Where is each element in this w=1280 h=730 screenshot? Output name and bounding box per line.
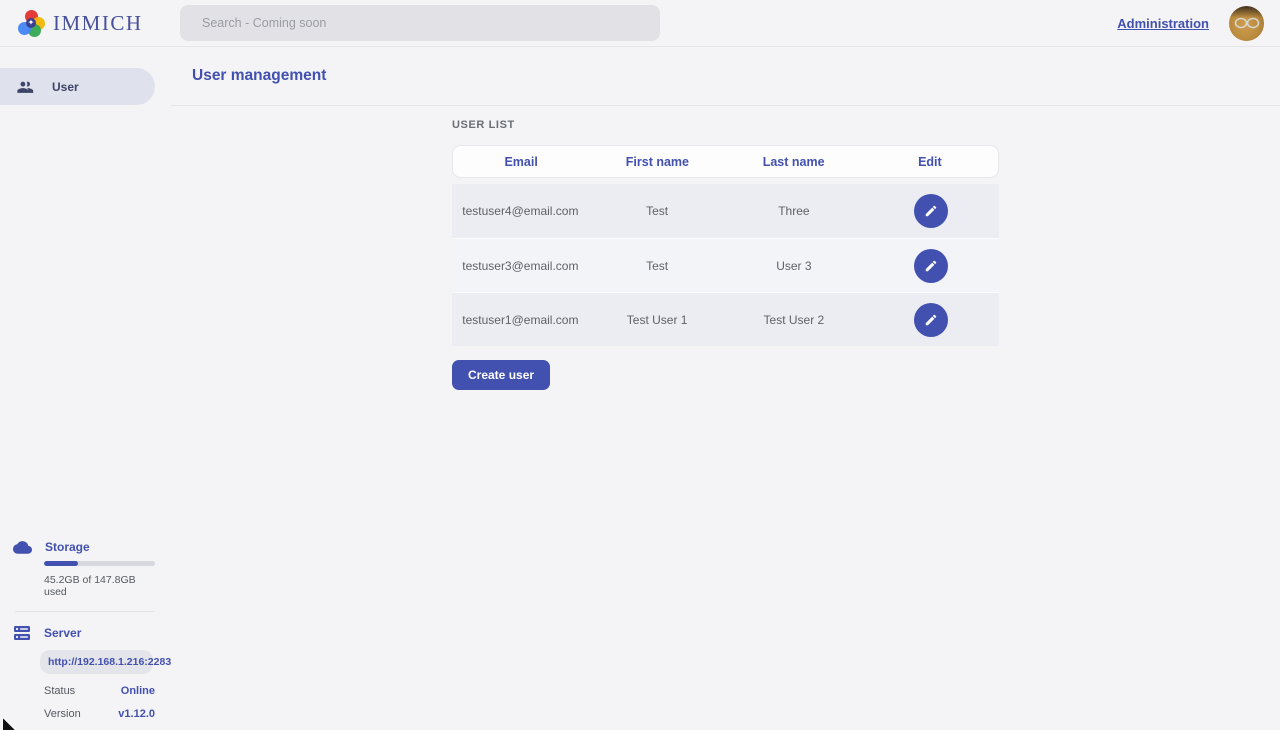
pencil-icon: [924, 259, 938, 273]
cell-email: testuser3@email.com: [452, 259, 589, 273]
users-icon: [15, 79, 34, 94]
table-row: testuser3@email.com Test User 3: [452, 238, 999, 292]
sidebar-item-user-label: User: [52, 80, 79, 94]
page-header: User management: [171, 47, 1280, 106]
storage-progress-bar: [44, 561, 155, 566]
storage-usage-text: 45.2GB of 147.8GB used: [44, 574, 155, 598]
storage-progress-fill: [44, 561, 78, 566]
mouse-cursor: [0, 715, 21, 730]
sidebar-item-user[interactable]: User: [0, 68, 155, 105]
table-header-row: Email First name Last name Edit: [452, 145, 999, 178]
server-title: Server: [44, 626, 81, 640]
cell-last-name: Three: [726, 204, 863, 218]
user-list-label: USER LIST: [452, 119, 1280, 131]
sidebar-status-panel: Storage 45.2GB of 147.8GB used Server: [0, 540, 155, 720]
search-input[interactable]: [180, 5, 660, 41]
server-status-label: Status: [44, 685, 75, 697]
cell-email: testuser4@email.com: [452, 204, 589, 218]
edit-user-button[interactable]: [914, 249, 948, 283]
server-version-label: Version: [44, 708, 81, 720]
cell-email: testuser1@email.com: [452, 313, 589, 327]
column-header-edit: Edit: [862, 155, 998, 169]
user-avatar[interactable]: [1229, 6, 1264, 41]
page-title: User management: [192, 67, 326, 85]
server-status-value: Online: [121, 685, 155, 697]
cloud-icon: [13, 540, 32, 554]
top-bar: ✦ IMMICH Administration: [0, 0, 1280, 47]
user-table: Email First name Last name Edit testuser…: [452, 145, 999, 346]
brand: ✦ IMMICH: [0, 10, 180, 37]
edit-user-button[interactable]: [914, 194, 948, 228]
pencil-icon: [924, 204, 938, 218]
cell-first-name: Test User 1: [589, 313, 726, 327]
cell-last-name: User 3: [726, 259, 863, 273]
server-version-value: v1.12.0: [118, 708, 155, 720]
sidebar-divider: [15, 611, 155, 612]
server-url-badge: http://192.168.1.216:2283: [40, 650, 153, 674]
storage-title: Storage: [45, 540, 90, 554]
edit-user-button[interactable]: [914, 303, 948, 337]
create-user-button[interactable]: Create user: [452, 360, 550, 390]
glasses-icon: [1234, 17, 1260, 29]
column-header-first-name: First name: [589, 155, 725, 169]
table-body: testuser4@email.com Test Three te: [452, 184, 999, 346]
immich-logo-icon: ✦: [18, 10, 45, 37]
column-header-last-name: Last name: [726, 155, 862, 169]
server-icon: [13, 625, 31, 641]
table-row: testuser1@email.com Test User 1 Test Use…: [452, 292, 999, 346]
column-header-email: Email: [453, 155, 589, 169]
administration-link[interactable]: Administration: [1117, 16, 1209, 31]
pencil-icon: [924, 313, 938, 327]
table-row: testuser4@email.com Test Three: [452, 184, 999, 238]
cell-first-name: Test: [589, 259, 726, 273]
sidebar: User Storage 45.2GB of 147.8GB used: [0, 47, 171, 730]
brand-name: IMMICH: [53, 11, 143, 36]
cell-first-name: Test: [589, 204, 726, 218]
cell-last-name: Test User 2: [726, 313, 863, 327]
